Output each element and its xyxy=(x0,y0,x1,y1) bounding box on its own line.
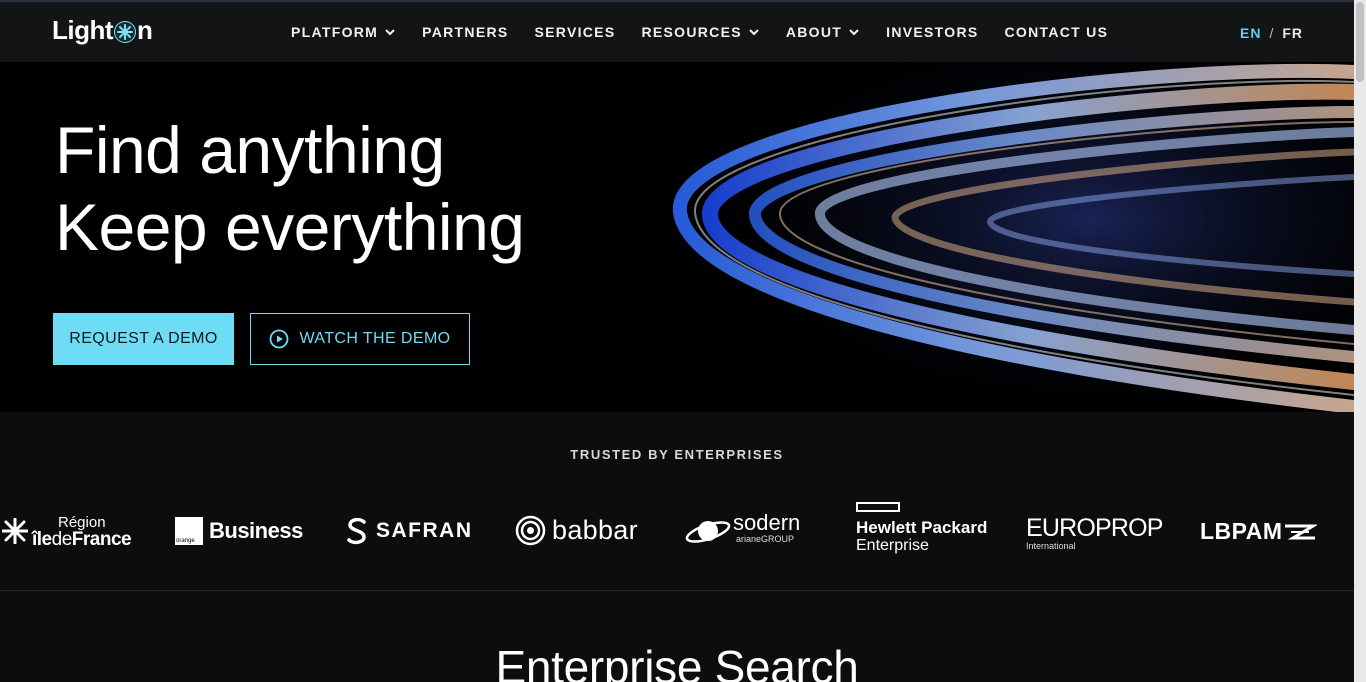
lang-separator: / xyxy=(1269,25,1275,41)
watch-demo-button[interactable]: WATCH THE DEMO xyxy=(250,313,470,365)
watch-demo-label: WATCH THE DEMO xyxy=(299,330,451,347)
europrop-subtext: International xyxy=(1026,541,1076,551)
page: Light n PLATFORM PARTNERS SERVICES RESOU… xyxy=(0,0,1354,682)
site-header: Light n PLATFORM PARTNERS SERVICES RESOU… xyxy=(0,0,1354,62)
hpe-line2-text: Enterprise xyxy=(856,537,929,554)
nav-contact-us-label: CONTACT US xyxy=(1004,24,1109,40)
babbar-logo: babbar xyxy=(515,515,638,546)
play-circle-icon xyxy=(270,329,289,349)
orange-square-mark: orange xyxy=(175,517,203,545)
logo-text-right: n xyxy=(137,15,153,45)
sodern-planet-icon xyxy=(685,521,731,543)
region-ile-de-france-logo: Région îledeFrance xyxy=(2,514,132,550)
idf-france-text: France xyxy=(71,529,132,550)
nav-contact-us[interactable]: CONTACT US xyxy=(1005,24,1109,40)
nav-investors-label: INVESTORS xyxy=(886,24,979,40)
nav-platform[interactable]: PLATFORM xyxy=(291,24,396,40)
lbpam-logo: LBPAM xyxy=(1200,518,1317,545)
sodern-text: sodern xyxy=(733,510,801,535)
lbpam-text: LBPAM xyxy=(1200,518,1283,544)
orange-business-logo: orange Business xyxy=(175,517,303,545)
scrollbar-thumb[interactable] xyxy=(1356,2,1364,82)
chevron-down-icon xyxy=(849,29,859,36)
hero-title-line-2: Keep everything xyxy=(55,190,525,264)
hero-section: Find anything Keep everything REQUEST A … xyxy=(0,62,1354,412)
idf-ile-text: île xyxy=(32,529,52,550)
lang-fr-link[interactable]: FR xyxy=(1282,25,1303,41)
safran-logo: SAFRAN xyxy=(344,516,473,546)
lighton-logo[interactable]: Light n xyxy=(52,15,153,46)
nav-about-label: ABOUT xyxy=(785,24,843,40)
vertical-scrollbar[interactable] xyxy=(1354,0,1366,682)
hero-light-trails-image xyxy=(660,62,1354,412)
nav-investors[interactable]: INVESTORS xyxy=(886,24,978,40)
safran-s-icon xyxy=(347,517,366,545)
lang-en-link[interactable]: EN xyxy=(1240,25,1261,41)
enterprise-search-heading: Enterprise Search xyxy=(495,641,859,682)
lbpam-z-mark-icon xyxy=(1284,524,1317,539)
hpe-line1-text: Hewlett Packard xyxy=(856,518,988,537)
nav-resources[interactable]: RESOURCES xyxy=(641,24,759,40)
sodern-subtext: arianeGROUP xyxy=(736,534,795,544)
nav-about[interactable]: ABOUT xyxy=(786,24,860,40)
main-nav: PLATFORM PARTNERS SERVICES RESOURCES ABO… xyxy=(291,24,1134,40)
hero-title: Find anything Keep everything xyxy=(55,112,525,266)
babbar-spiral-icon xyxy=(515,515,546,546)
nav-services-label: SERVICES xyxy=(534,24,616,40)
chevron-down-icon xyxy=(385,29,395,36)
nav-services[interactable]: SERVICES xyxy=(535,24,616,40)
sparkle-o-icon xyxy=(114,20,137,43)
trusted-by-section: TRUSTED BY ENTERPRISES Région îledeFranc… xyxy=(0,412,1354,591)
chevron-down-icon xyxy=(749,29,759,36)
europrop-text: EUROPROP xyxy=(1026,514,1163,542)
idf-de-text: de xyxy=(51,529,73,550)
nav-resources-label: RESOURCES xyxy=(641,24,742,40)
sodern-logo: sodern arianeGROUP xyxy=(685,510,801,548)
nav-partners-label: PARTNERS xyxy=(422,24,509,40)
logo-text-left: Light xyxy=(52,15,114,45)
language-switcher: EN / FR xyxy=(1240,25,1303,41)
safran-text: SAFRAN xyxy=(376,519,473,542)
orange-business-text: Business xyxy=(209,518,303,543)
trusted-by-title: TRUSTED BY ENTERPRISES xyxy=(570,447,784,462)
hewlett-packard-enterprise-logo: Hewlett Packard Enterprise xyxy=(856,502,987,555)
nav-partners[interactable]: PARTNERS xyxy=(422,24,508,40)
request-demo-label: REQUEST A DEMO xyxy=(69,330,218,347)
babbar-text: babbar xyxy=(552,515,638,545)
request-demo-button[interactable]: REQUEST A DEMO xyxy=(53,313,234,365)
hero-title-line-1: Find anything xyxy=(55,113,445,187)
hpe-rectangle-mark xyxy=(856,502,900,512)
star-burst-icon xyxy=(2,518,28,544)
europrop-logo: EUROPROP International xyxy=(1026,515,1163,551)
nav-platform-label: PLATFORM xyxy=(291,24,379,40)
orange-small-text: orange xyxy=(176,538,195,544)
